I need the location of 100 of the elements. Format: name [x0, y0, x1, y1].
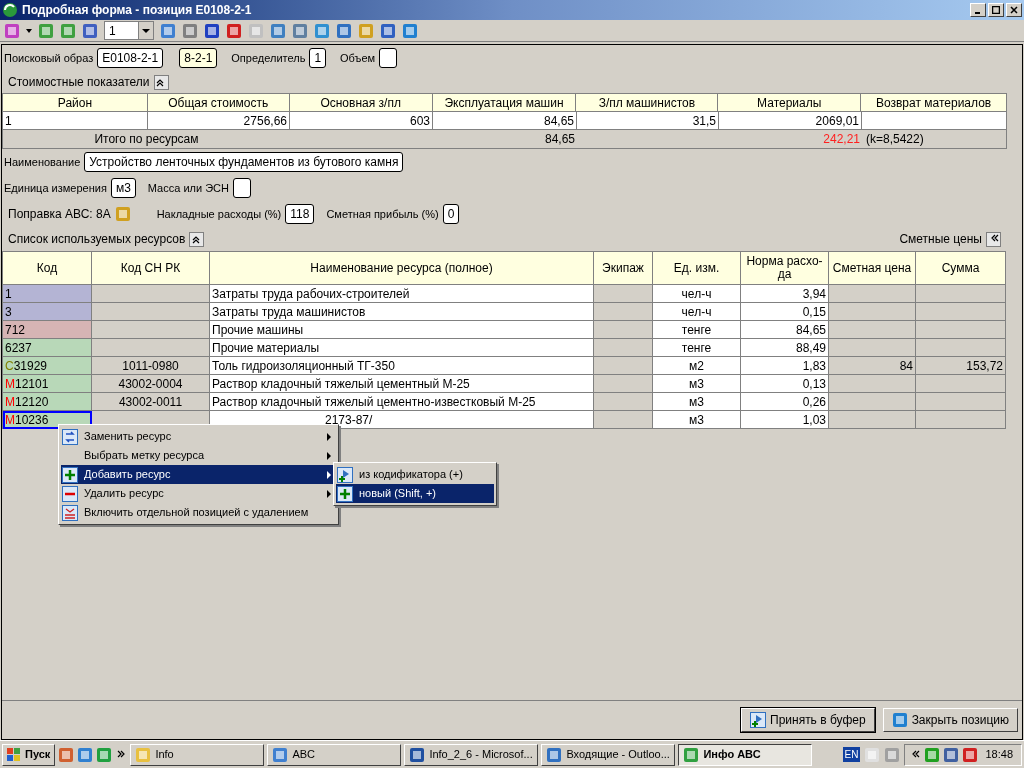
total-value: 84,65	[543, 131, 576, 148]
correction-text: Поправка АВС: 8А	[8, 206, 111, 223]
menu-item[interactable]: Добавить ресурс	[61, 465, 336, 484]
field-label: Объем	[340, 50, 376, 66]
code-field[interactable]: 8-2-1	[179, 48, 218, 68]
table-cell: 84,65	[741, 321, 829, 339]
table-cell: 1	[3, 112, 148, 130]
close-icon	[1010, 6, 1018, 14]
field-label: Поисковый образ	[4, 50, 94, 66]
coefficient-text: (k=8,5422)	[865, 131, 924, 148]
table-cell: Прочие материалы	[210, 339, 594, 357]
windows-logo-icon	[7, 747, 21, 762]
minimize-button[interactable]	[970, 3, 986, 17]
unit-field[interactable]: м3	[110, 178, 136, 198]
section-title: Список используемых ресурсов	[8, 231, 186, 248]
field-label: Масса или ЭСН	[147, 180, 229, 196]
table-cell: м3	[653, 375, 741, 393]
table-cell: тенге	[653, 339, 741, 357]
language-indicator[interactable]: EN	[842, 747, 861, 762]
table-cell: 603	[290, 112, 433, 130]
total-value: 242,21	[822, 131, 861, 148]
dropdown-arrow-icon[interactable]	[26, 28, 32, 33]
name-field[interactable]: Устройство ленточных фундаментов из бутового камня	[84, 152, 404, 172]
taskbar-button[interactable]: Info_2_6 - Microsof...	[404, 743, 539, 766]
table-cell: 0,15	[741, 303, 829, 321]
table-cell: Затраты труда рабочих-строителей	[210, 285, 594, 303]
table-cell: 2069,01	[719, 112, 862, 130]
code-cell[interactable]: 712	[3, 321, 92, 339]
determinant-field[interactable]: 1	[309, 48, 327, 68]
table-cell: 2173-87/	[210, 411, 594, 429]
table-cell: Толь гидроизоляционный ТГ-350	[210, 357, 594, 375]
add-from-list-icon	[750, 712, 766, 728]
table-cell: 1,83	[741, 357, 829, 375]
field-label: Определитель	[231, 50, 306, 66]
maximize-button[interactable]	[988, 3, 1004, 17]
table-cell: 0,13	[741, 375, 829, 393]
taskbar-button[interactable]: Инфо АВС	[678, 743, 813, 766]
search-field[interactable]: Е0108-2-1	[97, 48, 164, 68]
zoom-select[interactable]: 1	[104, 21, 154, 40]
code-cell[interactable]: 6237	[3, 339, 92, 357]
table-cell: 31,5	[577, 112, 719, 130]
menu-item[interactable]: Включить отдельной позицией с удалением	[61, 503, 336, 522]
taskbar-button[interactable]: Входящие - Outloo...	[541, 743, 676, 766]
table-cell	[594, 357, 653, 375]
code-cell[interactable]: М12120	[3, 393, 92, 411]
section-title: Стоимостные показатели	[8, 74, 150, 91]
table-cell: Раствор кладочный тяжелый цементный М-25	[210, 375, 594, 393]
table-cell: 0,26	[741, 393, 829, 411]
field-label: Накладные расходы (%)	[156, 206, 282, 222]
table-cell: м3	[653, 393, 741, 411]
close-position-button[interactable]: Закрыть позицию	[882, 708, 1018, 732]
code-cell[interactable]: М12101	[3, 375, 92, 393]
table-cell: 84,65	[433, 112, 577, 130]
taskbar-button[interactable]: Info	[130, 743, 265, 766]
maximize-icon	[992, 6, 1000, 14]
total-label: Итого по ресурсам	[93, 131, 200, 148]
code-cell[interactable]: С31929	[3, 357, 92, 375]
close-button[interactable]	[1006, 3, 1022, 17]
table-cell: 84	[829, 357, 916, 375]
section-title: Сметные цены	[899, 231, 982, 248]
menu-item[interactable]: из кодификатора (+)	[336, 465, 494, 484]
table-cell	[594, 303, 653, 321]
window-title: Подробная форма - позиция Е0108-2-1	[22, 2, 252, 19]
table-cell	[594, 285, 653, 303]
start-button[interactable]: Пуск	[2, 743, 56, 766]
table-cell: 1011-0980	[92, 357, 210, 375]
menu-item[interactable]: Заменить ресурс	[61, 427, 336, 446]
table-cell	[594, 411, 653, 429]
profit-field[interactable]: 0	[442, 204, 460, 224]
table-cell: 43002-0011	[92, 393, 210, 411]
field-label: Единица измерения	[4, 180, 107, 196]
accept-button[interactable]: Принять в буфер	[741, 708, 875, 732]
code-cell[interactable]: 3	[3, 303, 92, 321]
table-cell: 153,72	[916, 357, 1006, 375]
table-cell: 43002-0004	[92, 375, 210, 393]
add-from-list-icon	[337, 466, 353, 483]
submenu-arrow-icon	[327, 432, 331, 441]
table-cell	[594, 339, 653, 357]
code-cell[interactable]: М10236	[3, 411, 92, 429]
plus-icon	[337, 485, 353, 502]
overhead-field[interactable]: 118	[285, 204, 315, 224]
table-cell: 1,03	[741, 411, 829, 429]
code-cell[interactable]: 1	[3, 285, 92, 303]
table-cell: тенге	[653, 321, 741, 339]
include-icon	[62, 504, 78, 521]
table-cell	[594, 375, 653, 393]
taskbar-button[interactable]: ABC	[267, 743, 402, 766]
mass-field[interactable]	[232, 178, 251, 198]
plus-icon	[62, 466, 78, 483]
table-cell: Затраты труда машинистов	[210, 303, 594, 321]
table-cell: м3	[653, 411, 741, 429]
table-cell	[594, 393, 653, 411]
table-cell: 3,94	[741, 285, 829, 303]
table-cell: чел-ч	[653, 285, 741, 303]
swap-icon	[62, 428, 78, 445]
clock: 18:48	[984, 747, 1014, 763]
menu-item[interactable]: новый (Shift, +)	[336, 484, 494, 503]
table-cell: м2	[653, 357, 741, 375]
field-label: Сметная прибыль (%)	[326, 206, 439, 222]
volume-field[interactable]	[379, 48, 398, 68]
